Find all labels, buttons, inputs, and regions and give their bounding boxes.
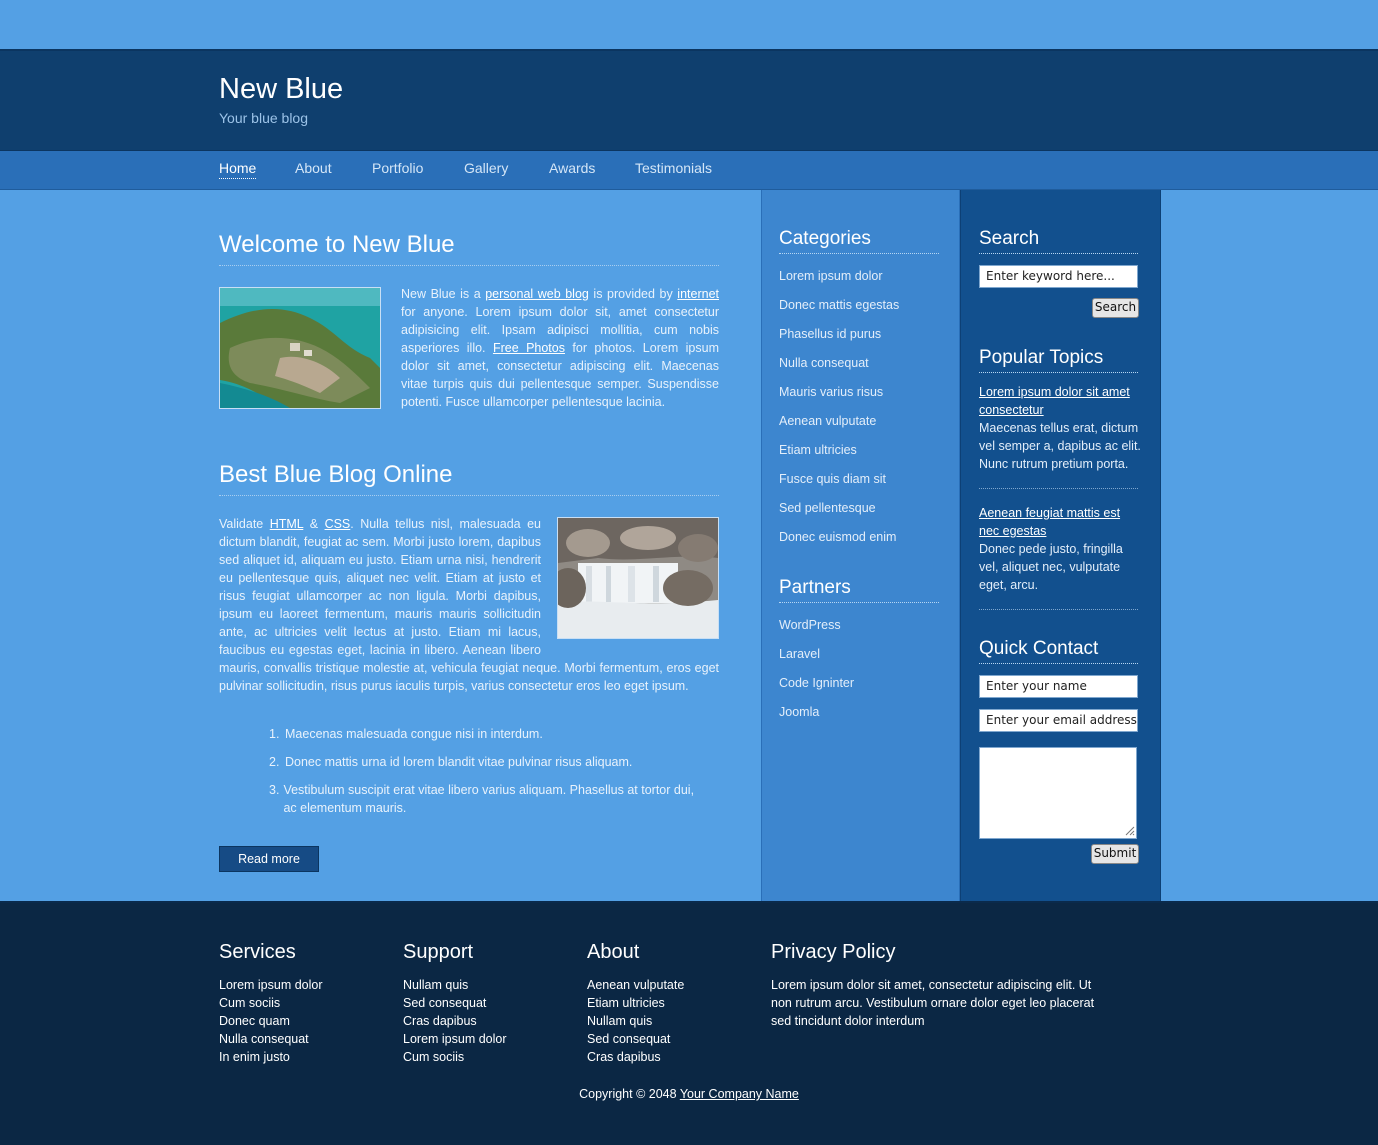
footer-link[interactable]: Cras dapibus: [587, 1048, 661, 1066]
search-input[interactable]: Enter keyword here...: [979, 265, 1138, 288]
post-title: Best Blue Blog Online: [219, 461, 719, 496]
footer-link[interactable]: Sed consequat: [587, 1030, 670, 1048]
partners-title: Partners: [779, 577, 939, 603]
nav-item-awards[interactable]: Awards: [549, 160, 595, 176]
post-validate-text: Validate HTML & CSS. Nulla tellus nisl, …: [219, 515, 719, 695]
copyright-text: Copyright © 2048: [579, 1087, 680, 1101]
read-more-button[interactable]: Read more: [219, 846, 319, 872]
html-link[interactable]: HTML: [270, 517, 304, 531]
category-link[interactable]: Etiam ultricies: [779, 443, 857, 457]
footer-privacy-title: Privacy Policy: [771, 941, 896, 963]
list-item-text: Vestibulum suscipit erat vitae libero va…: [283, 783, 695, 815]
footer-privacy-text: Lorem ipsum dolor sit amet, consectetur …: [771, 978, 1095, 1028]
search-button[interactable]: Search: [1092, 298, 1139, 318]
site-title[interactable]: New Blue: [219, 73, 343, 106]
category-link[interactable]: Phasellus id purus: [779, 327, 881, 341]
post-text-segment: is provided by: [588, 287, 678, 301]
resize-handle-icon[interactable]: [1123, 824, 1135, 836]
main-nav: Home About Portfolio Gallery Awards Test…: [0, 151, 1378, 190]
category-link[interactable]: Donec euismod enim: [779, 530, 896, 544]
partner-link[interactable]: Joomla: [779, 705, 819, 719]
popular-topics-title: Popular Topics: [979, 347, 1138, 373]
partner-link[interactable]: Laravel: [779, 647, 820, 661]
post-title: Welcome to New Blue: [219, 231, 719, 266]
footer-link[interactable]: Donec quam: [219, 1012, 290, 1030]
list-item-text: Maecenas malesuada congue nisi in interd…: [285, 727, 543, 741]
contact-name-field[interactable]: Enter your name: [979, 675, 1138, 698]
category-link[interactable]: Nulla consequat: [779, 356, 869, 370]
free-photos-link[interactable]: Free Photos: [493, 341, 565, 355]
footer-link[interactable]: Lorem ipsum dolor: [403, 1030, 507, 1048]
top-band: [0, 0, 1378, 49]
footer-link[interactable]: In enim justo: [219, 1048, 290, 1066]
personal-blog-link[interactable]: personal web blog: [485, 287, 589, 301]
footer-link[interactable]: Etiam ultricies: [587, 994, 665, 1012]
popular-topic-text: Donec pede justo, fringilla vel, aliquet…: [979, 542, 1123, 592]
post-text-segment: &: [303, 517, 325, 531]
post-text-segment: Validate: [219, 517, 270, 531]
popular-topic-link[interactable]: Aenean feugiat mattis est nec egestas: [979, 504, 1139, 540]
footer-about-title: About: [587, 941, 640, 963]
footer-link[interactable]: Cras dapibus: [403, 1012, 477, 1030]
footer-link[interactable]: Cum sociis: [219, 994, 280, 1012]
css-link[interactable]: CSS: [325, 517, 351, 531]
footer-link[interactable]: Nulla consequat: [219, 1030, 309, 1048]
sidebar-tools: Search Enter keyword here... Search Popu…: [960, 190, 1161, 901]
post-ordered-list: 1. Maecenas malesuada congue nisi in inte…: [269, 725, 709, 827]
contact-email-field[interactable]: Enter your email address: [979, 709, 1138, 732]
copyright: Copyright © 2048 Your Company Name: [0, 1087, 1378, 1101]
footer-link[interactable]: Nullam quis: [587, 1012, 652, 1030]
category-link[interactable]: Sed pellentesque: [779, 501, 876, 515]
popular-topic-text: Maecenas tellus erat, dictum vel semper …: [979, 421, 1141, 471]
nav-item-testimonials[interactable]: Testimonials: [635, 160, 712, 176]
topic-divider: [979, 609, 1138, 610]
category-link[interactable]: Donec mattis egestas: [779, 298, 899, 312]
island-photo: [219, 287, 381, 409]
nav-item-portfolio[interactable]: Portfolio: [372, 160, 423, 176]
site-header: New Blue Your blue blog: [0, 49, 1378, 152]
footer-link[interactable]: Lorem ipsum dolor: [219, 976, 323, 994]
footer-services-title: Services: [219, 941, 296, 963]
footer-link[interactable]: Sed consequat: [403, 994, 486, 1012]
footer-link[interactable]: Cum sociis: [403, 1048, 464, 1066]
categories-title: Categories: [779, 228, 939, 254]
list-item-text: Donec mattis urna id lorem blandit vitae…: [285, 755, 633, 769]
list-item: 2. Donec mattis urna id lorem blandit vit…: [269, 755, 633, 769]
category-link[interactable]: Mauris varius risus: [779, 385, 883, 399]
category-link[interactable]: Aenean vulputate: [779, 414, 876, 428]
sidebar-categories: Categories Lorem ipsum dolor Donec matti…: [761, 190, 960, 901]
site-tagline: Your blue blog: [219, 110, 309, 126]
nav-item-gallery[interactable]: Gallery: [464, 160, 508, 176]
list-item: 1. Maecenas malesuada congue nisi in inte…: [269, 727, 543, 741]
topic-divider: [979, 488, 1138, 489]
partner-link[interactable]: WordPress: [779, 618, 841, 632]
post-text-segment: New Blue is a: [401, 287, 486, 301]
contact-message-textarea[interactable]: [979, 747, 1137, 839]
submit-button[interactable]: Submit: [1091, 844, 1139, 864]
search-title: Search: [979, 228, 1138, 254]
footer-link[interactable]: Nullam quis: [403, 976, 468, 994]
post-intro-text: New Blue is a personal web blog is provi…: [401, 285, 719, 411]
site-footer: Services Lorem ipsum dolor Cum sociis Do…: [0, 901, 1378, 1145]
category-link[interactable]: Lorem ipsum dolor: [779, 269, 883, 283]
quick-contact-title: Quick Contact: [979, 638, 1138, 664]
footer-support-title: Support: [403, 941, 474, 963]
list-item: 3. Vestibulum suscipit erat vitae libero …: [269, 781, 709, 817]
company-link[interactable]: Your Company Name: [680, 1087, 799, 1101]
category-link[interactable]: Fusce quis diam sit: [779, 472, 886, 486]
nav-item-about[interactable]: About: [295, 160, 332, 176]
partner-link[interactable]: Code Igninter: [779, 676, 854, 690]
internet-link[interactable]: internet: [677, 287, 719, 301]
footer-link[interactable]: Aenean vulputate: [587, 976, 684, 994]
nav-item-home[interactable]: Home: [219, 160, 257, 179]
popular-topic-link[interactable]: Lorem ipsum dolor sit amet consectetur: [979, 383, 1139, 419]
